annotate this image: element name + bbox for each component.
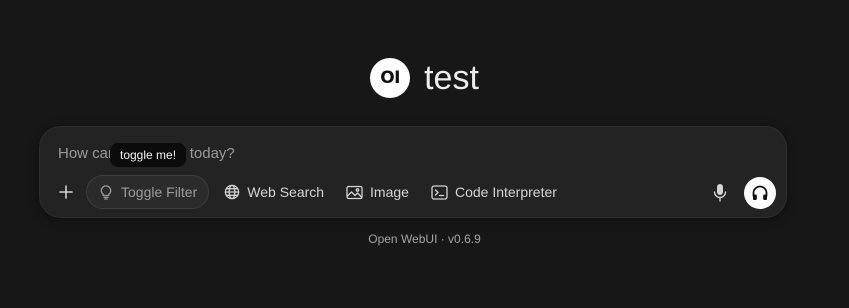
app-logo: OI — [370, 58, 411, 98]
version-footer: Open WebUI · v0.6.9 — [368, 232, 481, 246]
model-title: test — [424, 58, 479, 97]
image-button[interactable]: Image — [335, 175, 420, 209]
page: OI test Toggle Filter — [0, 0, 849, 308]
lightbulb-icon — [98, 184, 114, 200]
dictate-button[interactable] — [708, 181, 732, 205]
code-interpreter-button[interactable]: Code Interpreter — [420, 175, 568, 209]
add-attachment-button[interactable] — [52, 178, 80, 206]
composer-toolbar: Toggle Filter Web Search Image Code Inte… — [52, 175, 568, 209]
message-composer: Toggle Filter Web Search — [39, 126, 787, 218]
globe-icon — [224, 184, 240, 200]
toggle-filter-button[interactable]: Toggle Filter — [86, 175, 210, 209]
composer-right-tools — [708, 177, 776, 209]
brand-header: OI test — [0, 58, 849, 98]
image-icon — [346, 185, 363, 200]
headphones-icon — [752, 185, 768, 200]
code-interpreter-label: Code Interpreter — [454, 184, 557, 200]
microphone-icon — [713, 184, 727, 202]
web-search-label: Web Search — [247, 184, 325, 200]
filter-tooltip: toggle me! — [110, 143, 187, 167]
web-search-button[interactable]: Web Search — [213, 175, 335, 209]
voice-mode-button[interactable] — [744, 177, 776, 209]
image-label: Image — [370, 184, 409, 200]
terminal-icon — [431, 184, 448, 200]
toggle-filter-label: Toggle Filter — [121, 184, 198, 200]
plus-icon — [59, 185, 73, 199]
